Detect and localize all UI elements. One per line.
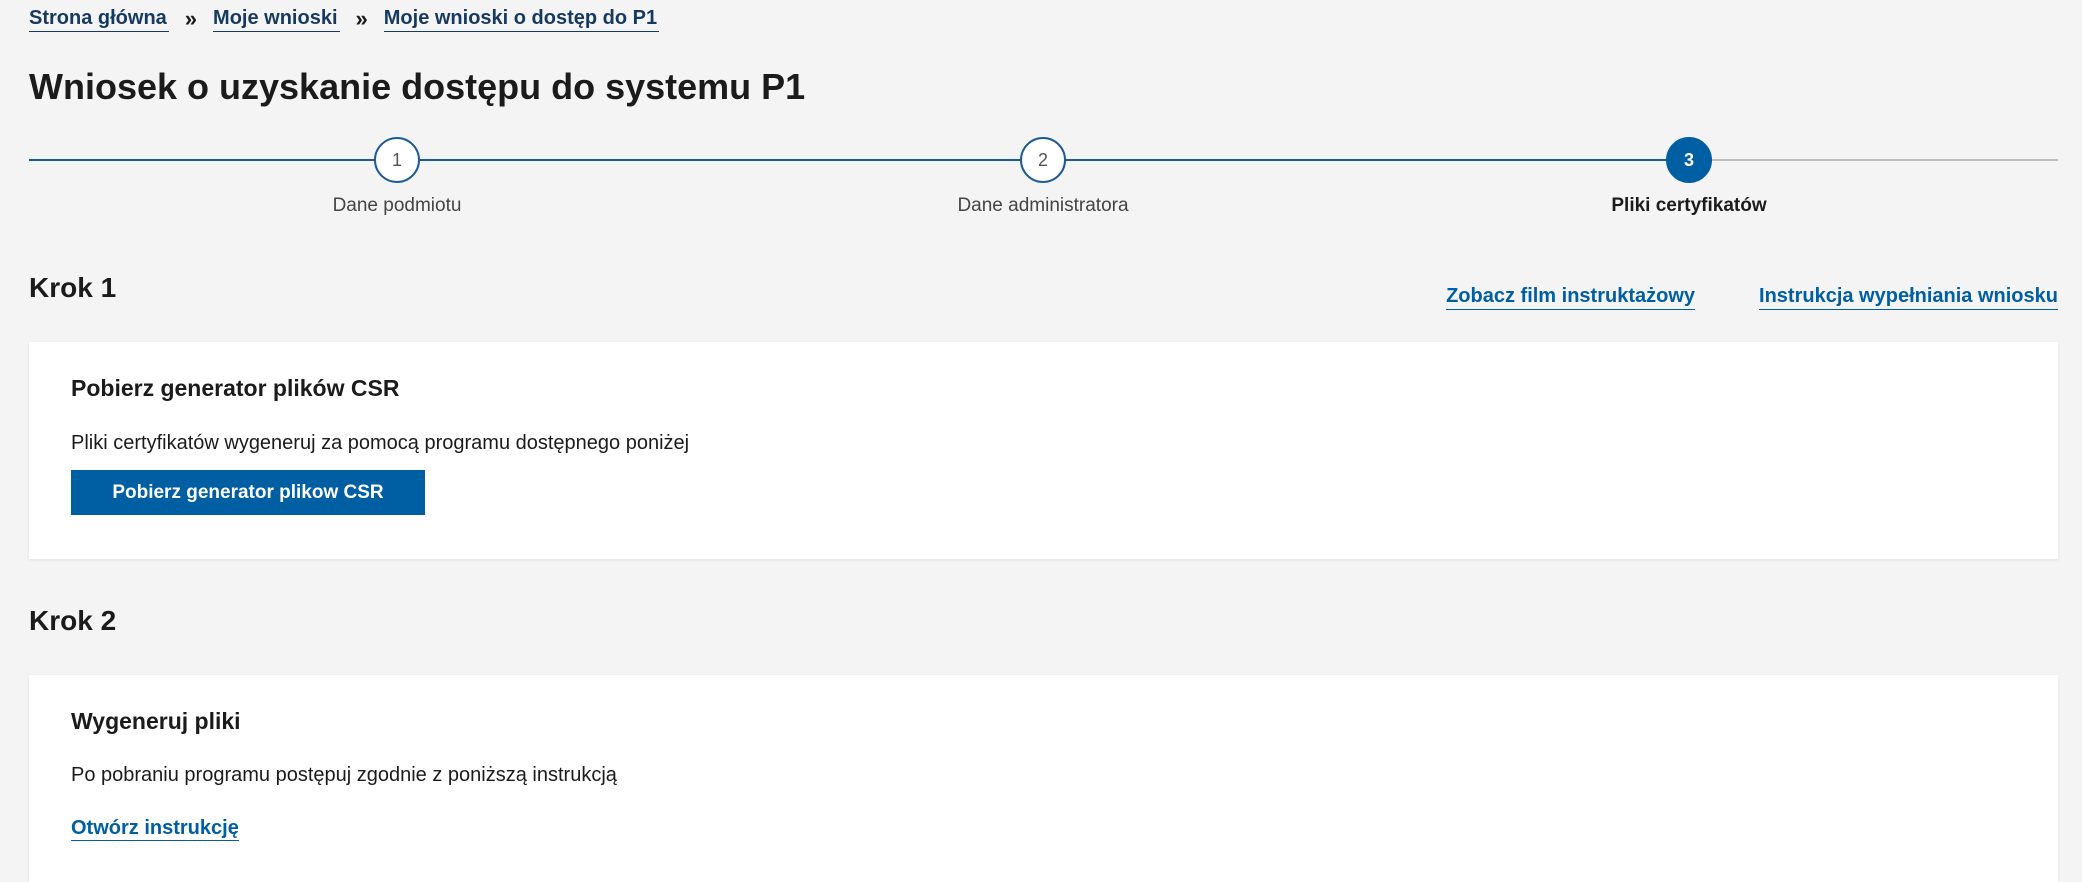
step-2[interactable]: 2 Dane administratora xyxy=(893,137,1193,217)
progress-stepper: 1 Dane podmiotu 2 Dane administratora 3 … xyxy=(29,137,2058,227)
form-instructions-link[interactable]: Instrukcja wypełniania wniosku xyxy=(1759,285,2058,310)
help-links: Zobacz film instruktażowy Instrukcja wyp… xyxy=(1446,285,2058,310)
breadcrumb-my-applications-link[interactable]: Moje wnioski xyxy=(213,7,340,32)
card-title: Pobierz generator plików CSR xyxy=(71,375,400,401)
video-tutorial-link[interactable]: Zobacz film instruktażowy xyxy=(1446,285,1696,310)
download-csr-generator-button[interactable]: Pobierz generator plikow CSR xyxy=(71,470,425,515)
step-2-heading: Krok 2 xyxy=(29,605,117,636)
step-2-circle: 2 xyxy=(1020,137,1066,183)
step-1-heading: Krok 1 xyxy=(29,272,117,303)
breadcrumb-separator: » xyxy=(355,6,368,31)
generate-files-card: Wygeneruj pliki Po pobraniu programu pos… xyxy=(29,675,2058,882)
breadcrumb-separator: » xyxy=(184,6,198,31)
download-generator-card: Pobierz generator plików CSR Pliki certy… xyxy=(29,342,2058,559)
card-title: Wygeneruj pliki xyxy=(71,708,241,734)
breadcrumb: Strona główna » Moje wnioski » Moje wnio… xyxy=(29,6,660,32)
card-description: Pliki certyfikatów wygeneruj za pomocą p… xyxy=(71,432,690,454)
page-title: Wniosek o uzyskanie dostępu do systemu P… xyxy=(29,66,806,107)
card-description: Po pobraniu programu postępuj zgodnie z … xyxy=(71,764,617,786)
step-2-label: Dane administratora xyxy=(957,195,1129,216)
open-instructions-link[interactable]: Otwórz instrukcję xyxy=(71,817,239,841)
breadcrumb-home-link[interactable]: Strona główna xyxy=(29,7,169,32)
step-3-label: Pliki certyfikatów xyxy=(1611,195,1767,216)
step-3-circle: 3 xyxy=(1666,137,1712,183)
breadcrumb-p1-access-applications-link[interactable]: Moje wnioski o dostęp do P1 xyxy=(383,7,660,32)
step-1-circle: 1 xyxy=(374,137,420,183)
page: Strona główna » Moje wnioski » Moje wnio… xyxy=(0,0,2082,882)
step-1-label: Dane podmiotu xyxy=(332,195,462,216)
step-3: 3 Pliki certyfikatów xyxy=(1539,137,1839,217)
step-1[interactable]: 1 Dane podmiotu xyxy=(247,137,547,217)
